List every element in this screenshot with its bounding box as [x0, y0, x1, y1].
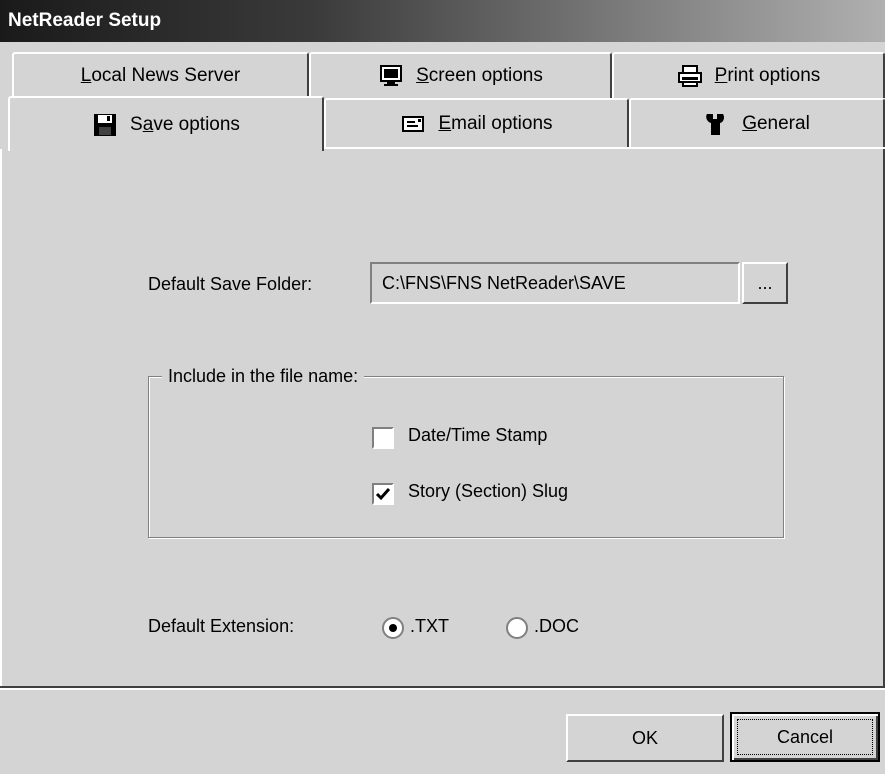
focus-rectangle [737, 719, 873, 755]
wrench-icon [704, 113, 730, 135]
tab-print-options[interactable]: Print options [612, 52, 885, 98]
netreader-setup-window: NetReader Setup Local News Server Screen… [0, 0, 885, 774]
story-slug-checkbox[interactable] [372, 483, 394, 505]
date-time-stamp-checkbox[interactable] [372, 427, 394, 449]
checkmark-icon [375, 488, 391, 501]
panel-border-left [0, 149, 2, 689]
ext-doc-label[interactable]: .DOC [534, 616, 579, 637]
cancel-button[interactable]: Cancel [730, 712, 880, 762]
default-save-folder-label: Default Save Folder: [148, 274, 313, 294]
monitor-icon [378, 65, 404, 87]
tab-panel-top-edge [324, 147, 885, 149]
story-slug-label[interactable]: Story (Section) Slug [408, 481, 568, 502]
tab-email-options[interactable]: Email options [324, 98, 629, 148]
ext-txt-radio[interactable] [382, 617, 404, 639]
tab-label: Email options [438, 113, 553, 134]
envelope-icon [400, 113, 426, 135]
ext-txt-label[interactable]: .TXT [410, 616, 449, 637]
tab-label: Save options [130, 113, 240, 135]
tab-label: General [742, 113, 810, 134]
tab-screen-options[interactable]: Screen options [309, 52, 612, 98]
default-extension-label: Default Extension: [148, 616, 295, 636]
tab-general[interactable]: General [629, 98, 885, 148]
tab-label: Local News Server [80, 65, 241, 86]
tab-local-news-server[interactable]: Local News Server [12, 52, 309, 98]
tab-label: Print options [714, 65, 821, 86]
tab-label: Screen options [416, 65, 543, 86]
window-title: NetReader Setup [0, 0, 885, 42]
floppy-disk-icon [92, 113, 118, 136]
tab-save-options[interactable]: Save options [8, 96, 324, 151]
footer-separator-highlight [0, 688, 885, 690]
groupbox-legend: Include in the file name: [162, 366, 365, 387]
browse-folder-button[interactable]: ... [742, 262, 788, 304]
printer-icon [677, 65, 703, 87]
file-name-groupbox [148, 376, 784, 538]
ok-button[interactable]: OK [566, 714, 724, 762]
radio-selected-dot [389, 624, 397, 632]
date-time-stamp-label[interactable]: Date/Time Stamp [408, 425, 547, 446]
ext-doc-radio[interactable] [506, 617, 528, 639]
save-folder-field[interactable]: C:\FNS\FNS NetReader\SAVE [370, 262, 740, 304]
